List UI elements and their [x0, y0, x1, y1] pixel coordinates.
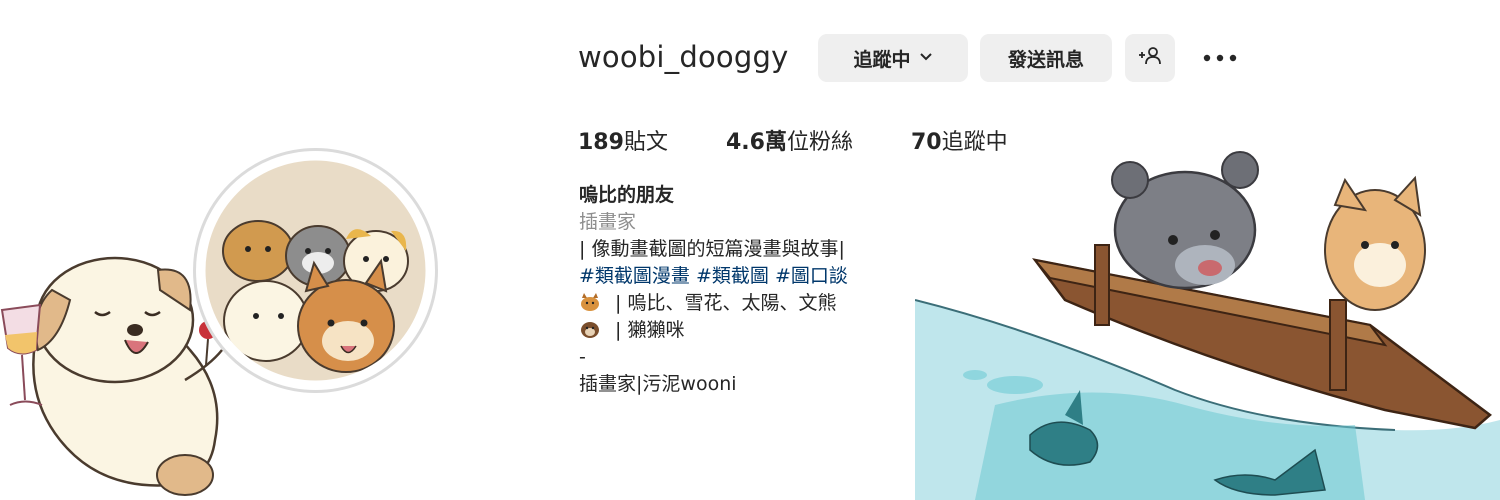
category-label: 插畫家	[579, 211, 637, 233]
avatar-illustration	[205, 160, 426, 381]
chevron-down-icon	[919, 50, 933, 66]
message-button[interactable]: 發送訊息	[980, 34, 1112, 82]
avatar[interactable]	[193, 148, 438, 393]
bio-separator: -	[579, 346, 586, 368]
username: woobi_dooggy	[578, 40, 789, 74]
followers-stat[interactable]: 4.6萬位粉絲	[726, 124, 853, 156]
display-name: 嗚比的朋友	[579, 184, 675, 206]
bio-line-characters: | 嗚比、雪花、太陽、文熊	[579, 290, 848, 317]
bio-footer: 插畫家|污泥wooni	[579, 373, 737, 395]
following-button[interactable]: 追蹤中	[818, 34, 968, 82]
hashtag-link[interactable]: #圖口談	[775, 265, 848, 287]
bio-line-otter: | 獺獺咪	[579, 317, 848, 344]
posts-count: 189	[578, 130, 624, 155]
more-options-button[interactable]	[1200, 40, 1240, 76]
hashtag-link[interactable]: #類截圖	[696, 265, 769, 287]
boat-scene-illustration	[915, 151, 1500, 500]
followers-count: 4.6萬	[725, 130, 787, 155]
followers-label: 位粉絲	[786, 130, 853, 155]
bio: 嗚比的朋友 插畫家 | 像動畫截圖的短篇漫畫與故事| #類截圖漫畫 #類截圖 #…	[579, 182, 848, 398]
message-button-label: 發送訊息	[1007, 48, 1084, 71]
add-user-button[interactable]	[1125, 34, 1175, 82]
more-horizontal-icon	[1203, 54, 1237, 62]
hashtag-link[interactable]: #類截圖漫畫	[579, 265, 690, 287]
hashtag-row: #類截圖漫畫 #類截圖 #圖口談	[579, 263, 848, 290]
person-plus-icon	[1138, 46, 1162, 71]
bio-line-1: | 像動畫截圖的短篇漫畫與故事|	[579, 238, 845, 260]
bio-characters-text: | 嗚比、雪花、太陽、文熊	[609, 292, 837, 314]
posts-label: 貼文	[623, 130, 668, 155]
following-button-label: 追蹤中	[853, 48, 911, 71]
dog-emoji-icon	[581, 293, 599, 311]
posts-stat: 189貼文	[578, 124, 668, 156]
bio-otter-text: | 獺獺咪	[609, 319, 685, 341]
otter-emoji-icon	[581, 322, 599, 338]
